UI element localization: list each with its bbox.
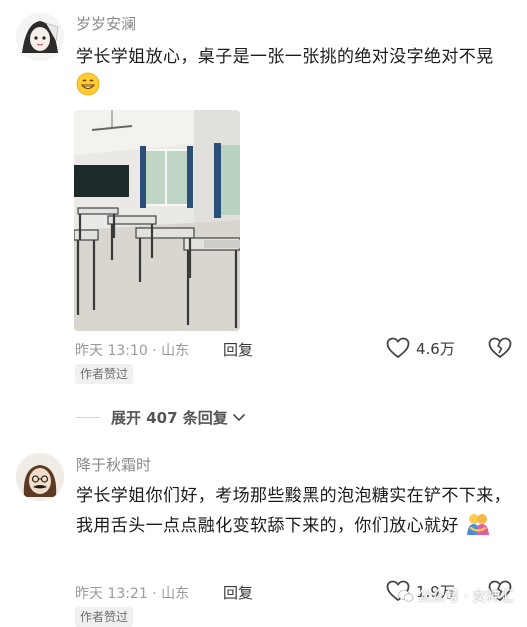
replies-divider — [76, 417, 100, 418]
comment-text: 学长学姐放心，桌子是一张一张挑的绝对没字绝对不晃 — [76, 43, 516, 106]
meta-separator: · — [152, 343, 157, 359]
comment-body: 学长学姐放心，桌子是一张一张挑的绝对没字绝对不晃 — [76, 47, 494, 67]
watermark: 公众号 · 女神汇 — [398, 586, 514, 606]
hugging-people-emoji-icon — [465, 511, 491, 545]
comment-time: 昨天 13:10 — [75, 343, 148, 359]
expand-replies-label: 展开 407 条回复 — [111, 409, 228, 427]
like-button[interactable]: 4.6万 — [386, 337, 455, 359]
comment-meta: 昨天 13:21 · 山东 — [75, 583, 189, 603]
meta-separator: · — [152, 586, 157, 602]
expand-replies-button[interactable]: 展开 407 条回复 — [111, 407, 246, 428]
author-liked-badge: 作者赞过 — [75, 364, 134, 384]
watermark-text: 公众号 · 女神汇 — [417, 589, 515, 605]
avatar[interactable] — [16, 13, 64, 61]
classroom-photo[interactable] — [74, 110, 240, 331]
avatar[interactable] — [16, 453, 64, 501]
grinning-face-emoji-icon — [76, 72, 100, 106]
comment-text: 学长学姐你们好，考场那些黢黑的泡泡糖实在铲不下来，我用舌头一点点融化变软舔下来的… — [76, 482, 516, 545]
dislike-button[interactable] — [488, 337, 512, 363]
like-count: 4.6万 — [416, 339, 455, 358]
chevron-down-icon — [232, 413, 246, 423]
comment-location: 山东 — [161, 343, 190, 359]
reply-button[interactable]: 回复 — [223, 339, 253, 360]
broken-heart-icon — [488, 337, 512, 359]
comment-body: 学长学姐你们好，考场那些黢黑的泡泡糖实在铲不下来，我用舌头一点点融化变软舔下来的… — [76, 486, 511, 536]
comment-meta: 昨天 13:10 · 山东 — [75, 340, 189, 360]
comment-time: 昨天 13:21 — [75, 586, 148, 602]
wechat-logo-icon — [398, 589, 414, 603]
reply-button[interactable]: 回复 — [223, 582, 253, 603]
comment-location: 山东 — [161, 586, 190, 602]
author-liked-badge: 作者赞过 — [75, 607, 134, 627]
comment-username[interactable]: 岁岁安澜 — [76, 13, 136, 34]
heart-icon — [386, 337, 410, 359]
comment-username[interactable]: 降于秋霜时 — [76, 454, 151, 475]
